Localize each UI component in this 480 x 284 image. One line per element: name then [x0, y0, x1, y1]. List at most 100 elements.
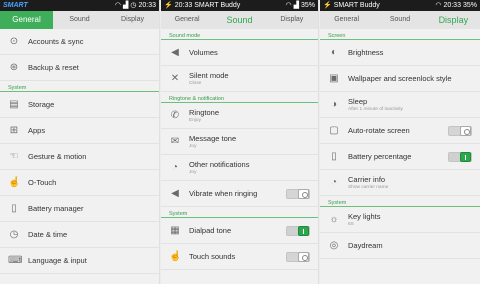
alarm-icon: ◷: [130, 2, 137, 9]
vibrate-icon: ◀: [171, 187, 179, 199]
display-settings-panel: ⚡ SMART Buddy ◠ 20:33 35% General Sound …: [320, 0, 480, 284]
toggle-switch[interactable]: [448, 126, 472, 136]
carrier-label: SMART Buddy: [333, 2, 380, 9]
tab-bar: General Sound Display: [320, 11, 480, 29]
setting-text: Accounts & sync: [28, 37, 151, 46]
tab-general[interactable]: General: [320, 11, 373, 29]
toggle-switch[interactable]: [448, 152, 472, 162]
o-touch-icon: ☝: [8, 176, 21, 188]
setting-label: Wallpaper and screenlock style: [348, 74, 452, 83]
toggle-knob: [460, 152, 471, 162]
setting-dialpad-tone[interactable]: ▦ Dialpad tone: [161, 218, 318, 244]
sleep-icon: ◑: [330, 98, 338, 110]
tab-bar: General Sound Display: [0, 11, 159, 29]
setting-key-lights[interactable]: ☼ Key lights 6S: [320, 207, 480, 233]
setting-label: Brightness: [348, 48, 384, 57]
setting-text: Key lights 6S: [348, 212, 472, 227]
tab-general[interactable]: General: [161, 11, 213, 29]
setting-text: Message tone Joy: [189, 134, 310, 149]
setting-label: Sleep: [348, 97, 368, 106]
signal-icon: ▟: [122, 2, 129, 9]
notification-icon: ◔: [171, 161, 179, 173]
tab-display[interactable]: Display: [266, 11, 318, 29]
setting-summary: After 1 minute of inactivity: [348, 107, 403, 112]
setting-label: Volumes: [189, 48, 218, 57]
battery-percentage-icon: ▯: [331, 150, 337, 162]
setting-text: Gesture & motion: [28, 152, 151, 161]
carrier-label: SMART Buddy: [194, 2, 241, 9]
wifi-icon: ◠: [114, 2, 121, 9]
wifi-icon: ◠: [285, 2, 292, 9]
status-bar: ⚡ SMART Buddy ◠ 20:33 35%: [320, 0, 480, 11]
setting-accounts-sync[interactable]: ⊙ Accounts & sync: [0, 29, 159, 55]
toggle-switch[interactable]: [286, 189, 310, 199]
setting-wallpaper-and-screenlock-style[interactable]: ▣ Wallpaper and screenlock style: [320, 66, 480, 92]
toggle-knob: [298, 252, 309, 262]
setting-auto-rotate-screen[interactable]: ▢ Auto-rotate screen: [320, 118, 480, 144]
section-header: Screen: [320, 29, 480, 40]
rotate-icon: ▢: [329, 124, 339, 136]
setting-silent-mode[interactable]: ✕ Silent mode Close: [161, 66, 318, 92]
battery-icon: ▯: [11, 202, 17, 214]
ringtone-icon: ✆: [170, 109, 180, 121]
setting-text: Silent mode Close: [189, 71, 310, 86]
setting-label: Ringtone: [189, 108, 220, 117]
setting-brightness[interactable]: ◐ Brightness: [320, 40, 480, 66]
display-list: Screen ◐ Brightness ▣ Wallpaper and screenlo…: [320, 29, 480, 259]
setting-gesture-motion[interactable]: ☜ Gesture & motion: [0, 144, 159, 170]
setting-touch-sounds[interactable]: ☝ Touch sounds: [161, 244, 318, 270]
setting-message-tone[interactable]: ✉ Message tone Joy: [161, 129, 318, 155]
setting-text: Daydream: [348, 241, 472, 250]
carrier-icon: ◔: [330, 176, 338, 188]
tab-sound[interactable]: Sound: [53, 11, 106, 29]
setting-vibrate-when-ringing[interactable]: ◀ Vibrate when ringing: [161, 181, 318, 207]
toggle-switch[interactable]: [286, 252, 310, 262]
apps-icon: ⊞: [9, 124, 19, 136]
setting-carrier-info[interactable]: ◔ Carrier info Show carrier name: [320, 170, 480, 196]
section-header: System: [320, 196, 480, 207]
setting-label: Silent mode: [189, 71, 229, 80]
setting-daydream[interactable]: ◎ Daydream: [320, 233, 480, 259]
section-header: System: [0, 81, 159, 92]
setting-label: Storage: [28, 100, 55, 109]
tab-display[interactable]: Display: [106, 11, 159, 29]
setting-battery-manager[interactable]: ▯ Battery manager: [0, 196, 159, 222]
tab-display[interactable]: Display: [427, 11, 480, 29]
carrier-label: SMART: [3, 2, 28, 9]
backup-icon: ⊛: [9, 61, 19, 73]
general-settings-panel: SMART ◠ ▟ ◷ 20:33 General Sound Display …: [0, 0, 160, 284]
volume-icon: ◀: [171, 46, 179, 58]
setting-battery-percentage[interactable]: ▯ Battery percentage: [320, 144, 480, 170]
setting-date-time[interactable]: ◷ Date & time: [0, 222, 159, 248]
toggle-switch[interactable]: [286, 226, 310, 236]
setting-backup-reset[interactable]: ⊛ Backup & reset: [0, 55, 159, 81]
setting-text: Volumes: [189, 48, 310, 57]
setting-text: Battery manager: [28, 204, 151, 213]
setting-language-input[interactable]: ⌨ Language & input: [0, 248, 159, 274]
setting-text: Brightness: [348, 48, 472, 57]
battery-percent: 35%: [462, 2, 477, 9]
tab-sound[interactable]: Sound: [213, 11, 265, 29]
setting-o-touch[interactable]: ☝ O-Touch: [0, 170, 159, 196]
setting-sleep[interactable]: ◑ Sleep After 1 minute of inactivity: [320, 92, 480, 118]
tab-general[interactable]: General: [0, 11, 53, 29]
message-icon: ✉: [170, 135, 180, 147]
setting-text: Sleep After 1 minute of inactivity: [348, 97, 472, 112]
toggle-knob: [460, 126, 471, 136]
storage-icon: ▤: [9, 98, 19, 110]
setting-label: Language & input: [28, 256, 87, 265]
setting-ringtone[interactable]: ✆ Ringtone Enjoy: [161, 103, 318, 129]
setting-volumes[interactable]: ◀ Volumes: [161, 40, 318, 66]
battery-percent: 35%: [300, 2, 315, 9]
signal-icon: ▟: [293, 2, 299, 9]
wifi-icon: ◠: [435, 2, 442, 9]
setting-text: Backup & reset: [28, 63, 151, 72]
tab-sound[interactable]: Sound: [373, 11, 426, 29]
status-time: 20:33: [174, 2, 193, 9]
setting-apps[interactable]: ⊞ Apps: [0, 118, 159, 144]
language-icon: ⌨: [8, 254, 23, 266]
setting-other-notifications[interactable]: ◔ Other notifications Joy: [161, 155, 318, 181]
brightness-icon: ◐: [330, 46, 338, 58]
setting-text: Apps: [28, 126, 151, 135]
setting-storage[interactable]: ▤ Storage: [0, 92, 159, 118]
